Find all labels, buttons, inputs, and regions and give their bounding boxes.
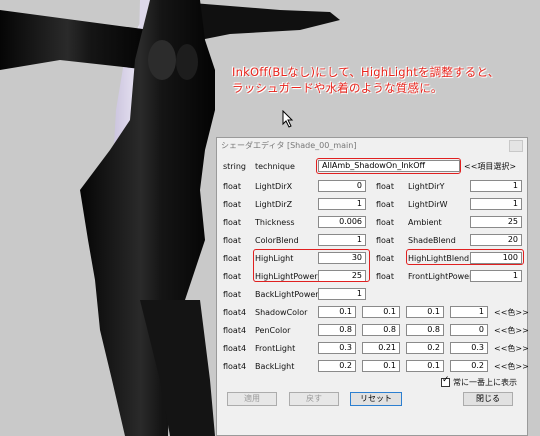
param-type: float [223, 236, 241, 245]
param-value-input[interactable]: 0.1 [362, 306, 400, 318]
param-value-input[interactable]: 25 [470, 216, 522, 228]
checkmark-icon: ✓ [442, 375, 450, 385]
param-value-input[interactable]: 0.8 [406, 324, 444, 336]
param-type: float [223, 200, 241, 209]
param-value-input[interactable]: 0.3 [450, 342, 488, 354]
color-picker-button[interactable]: <<色>> [494, 344, 529, 354]
param-value-input[interactable]: 1 [470, 270, 522, 282]
param-type: float [376, 272, 394, 281]
param-value-input[interactable]: 1 [318, 234, 366, 246]
annotation-text: InkOff(BLなし)にして、HighLightを調整すると、 ラッシュガード… [232, 64, 499, 96]
revert-button[interactable]: 戻す [289, 392, 339, 406]
param-type: float [223, 254, 241, 263]
param-name: FrontLight [255, 344, 296, 353]
param-value-input[interactable]: 0.8 [318, 324, 356, 336]
param-type: float [223, 290, 241, 299]
param-value-input[interactable]: 20 [470, 234, 522, 246]
param-name: ShadowColor [255, 308, 308, 317]
param-name: PenColor [255, 326, 291, 335]
param-value-input[interactable]: 0.1 [406, 306, 444, 318]
param-type: float4 [223, 326, 247, 335]
param-name: Thickness [255, 218, 295, 227]
annotation-line-1: InkOff(BLなし)にして、HighLightを調整すると、 [232, 65, 500, 79]
param-name: LightDirW [408, 200, 448, 209]
param-type: float [376, 254, 394, 263]
mouse-cursor-icon [282, 110, 294, 128]
param-name: LightDirY [408, 182, 445, 191]
param-value-input[interactable]: 0.8 [362, 324, 400, 336]
technique-item-select-button[interactable]: <<項目選択> [464, 162, 516, 172]
apply-button[interactable]: 適用 [227, 392, 277, 406]
param-type: float [376, 236, 394, 245]
close-window-icon[interactable] [509, 140, 523, 152]
param-value-input[interactable]: 1 [470, 180, 522, 192]
param-type: float [376, 218, 394, 227]
param-value-input[interactable]: 1 [318, 198, 366, 210]
param-name: LightDirZ [255, 200, 293, 209]
highlight-box [253, 249, 370, 282]
shader-editor-dialog: シェーダエディタ [Shade_00_main] string techniqu… [216, 137, 529, 436]
param-name: FrontLightPower [408, 272, 473, 281]
param-type: float4 [223, 308, 247, 317]
close-button[interactable]: 閉じる [463, 392, 513, 406]
param-name: BackLightPower [255, 290, 319, 299]
always-on-top-checkbox[interactable]: ✓ [441, 375, 450, 387]
param-type: string [223, 162, 246, 171]
param-value-input[interactable]: 0.006 [318, 216, 366, 228]
param-value-input[interactable]: 0.3 [318, 342, 356, 354]
param-name: technique [255, 162, 295, 171]
param-value-input[interactable]: 0.2 [318, 360, 356, 372]
dialog-title: シェーダエディタ [Shade_00_main] [221, 141, 357, 150]
param-value-input[interactable]: 0 [450, 324, 488, 336]
param-value-input[interactable]: 0.21 [362, 342, 400, 354]
param-type: float [223, 182, 241, 191]
param-type: float4 [223, 362, 247, 371]
color-picker-button[interactable]: <<色>> [494, 326, 529, 336]
param-name: Ambient [408, 218, 442, 227]
param-value-input[interactable]: 1 [318, 288, 366, 300]
color-picker-button[interactable]: <<色>> [494, 308, 529, 318]
param-value-input[interactable]: 1 [450, 306, 488, 318]
param-type: float [223, 272, 241, 281]
dialog-titlebar[interactable]: シェーダエディタ [Shade_00_main] [217, 138, 527, 153]
param-type: float4 [223, 344, 247, 353]
param-name: LightDirX [255, 182, 293, 191]
annotation-line-2: ラッシュガードや水着のような質感に。 [232, 81, 443, 95]
param-value-input[interactable]: 0.1 [362, 360, 400, 372]
param-type: float [223, 218, 241, 227]
param-name: BackLight [255, 362, 295, 371]
param-value-input[interactable]: 1 [470, 198, 522, 210]
reset-button[interactable]: リセット [350, 392, 402, 406]
highlight-box [316, 158, 461, 174]
highlight-box [406, 249, 524, 265]
param-value-input[interactable]: 0.1 [406, 360, 444, 372]
param-type: float [376, 200, 394, 209]
always-on-top-label: 常に一番上に表示 [453, 378, 517, 387]
param-type: float [376, 182, 394, 191]
param-value-input[interactable]: 0.2 [406, 342, 444, 354]
param-value-input[interactable]: 0.1 [318, 306, 356, 318]
param-value-input[interactable]: 0.2 [450, 360, 488, 372]
color-picker-button[interactable]: <<色>> [494, 362, 529, 372]
param-value-input[interactable]: 0 [318, 180, 366, 192]
param-name: ShadeBlend [408, 236, 456, 245]
param-name: ColorBlend [255, 236, 299, 245]
